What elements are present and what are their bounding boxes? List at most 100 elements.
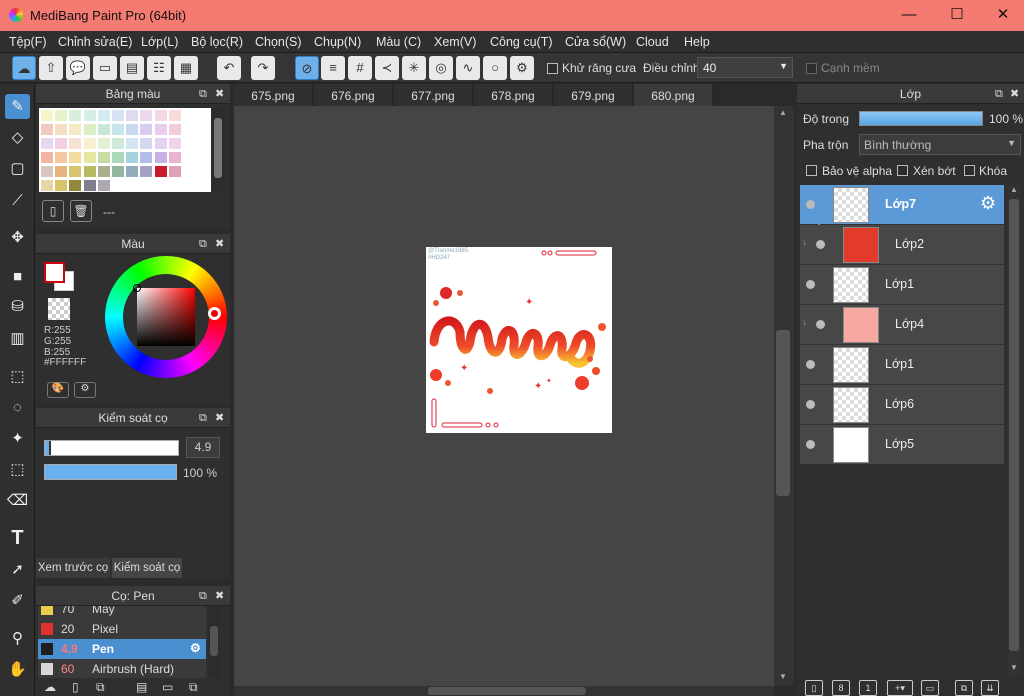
color-swatch[interactable] <box>83 166 96 177</box>
concentric-snap-icon[interactable]: ◎ <box>429 56 453 80</box>
close-panel-icon[interactable]: ✖ <box>215 84 224 104</box>
palette-scrollbar[interactable] <box>212 108 224 192</box>
copy-brush-icon[interactable]: ⧉ <box>96 680 105 695</box>
hue-handle[interactable] <box>208 307 221 320</box>
gradient-icon[interactable]: ▥ <box>5 326 30 351</box>
tab-680[interactable]: 680.png <box>634 84 713 106</box>
cloud-icon[interactable]: ☁ <box>12 56 36 80</box>
color-swatch[interactable] <box>97 110 110 121</box>
menu-color[interactable]: Màu (C) <box>376 35 421 49</box>
tab-675[interactable]: 675.png <box>234 84 313 106</box>
color-swatch[interactable] <box>83 124 96 135</box>
maximize-button[interactable]: ☐ <box>934 0 980 31</box>
soft-edge-checkbox[interactable] <box>806 63 817 74</box>
new-brush-icon[interactable]: ▯ <box>72 680 79 694</box>
perspective-snap-icon[interactable]: ≺ <box>375 56 399 80</box>
close-panel-icon[interactable]: ✖ <box>1010 84 1019 104</box>
visibility-icon[interactable] <box>806 200 815 209</box>
color-swatch[interactable] <box>83 110 96 121</box>
undo-icon[interactable]: ↶ <box>217 56 241 80</box>
color-swatch[interactable] <box>83 138 96 149</box>
color-swatch[interactable] <box>112 138 124 149</box>
menu-layer[interactable]: Lớp(L) <box>141 35 178 49</box>
color-swatch[interactable] <box>154 138 167 149</box>
settings-icon[interactable]: ⚙ <box>510 56 534 80</box>
list-item-selected[interactable]: 4.9 Pen ⚙ <box>38 639 206 659</box>
operation-tool-icon[interactable]: ➚ <box>5 557 30 582</box>
delete-palette-icon[interactable]: 🗑 <box>70 200 92 222</box>
color-swatch[interactable] <box>168 166 181 177</box>
list-item[interactable]: 20 Pixel <box>38 619 206 639</box>
color-settings-icon[interactable]: ⚙ <box>74 382 96 398</box>
color-swatch[interactable] <box>112 124 124 135</box>
visibility-icon[interactable] <box>806 280 815 289</box>
adjust-select[interactable]: 40 ▼ <box>697 57 793 78</box>
color-swatch[interactable] <box>41 110 53 121</box>
color-swatch[interactable] <box>55 110 68 121</box>
move-tool-icon[interactable]: ✥ <box>5 225 30 250</box>
brush-settings-icon[interactable]: ▤ <box>136 680 147 694</box>
gear-icon[interactable]: ⚙ <box>980 193 996 214</box>
document-icon[interactable]: ▤ <box>120 56 144 80</box>
color-swatch[interactable] <box>41 152 53 163</box>
menu-snap[interactable]: Chụp(N) <box>314 35 361 49</box>
magic-wand-icon[interactable]: ✦ <box>5 426 30 451</box>
menu-help[interactable]: Help <box>684 35 710 49</box>
scroll-up-icon[interactable]: ▲ <box>1010 185 1018 194</box>
layer-opacity-slider[interactable] <box>859 111 983 126</box>
visibility-icon[interactable] <box>816 320 825 329</box>
tab-678[interactable]: 678.png <box>474 84 553 106</box>
select-pen-icon[interactable]: ⬚ <box>5 457 30 482</box>
color-swatch[interactable] <box>154 166 167 177</box>
float-panel-icon[interactable]: ⧉ <box>995 84 1003 104</box>
color-swatch[interactable] <box>69 110 82 121</box>
visibility-icon[interactable] <box>806 400 815 409</box>
tab-677[interactable]: 677.png <box>394 84 473 106</box>
color-swatch[interactable] <box>55 124 68 135</box>
color-swatch[interactable] <box>126 166 139 177</box>
duplicate-icon[interactable]: ⧉ <box>189 680 198 695</box>
hand-tool-icon[interactable]: ✋ <box>5 657 30 682</box>
transparent-color-swatch[interactable] <box>48 298 70 320</box>
color-swatch[interactable] <box>154 124 167 135</box>
layer-row[interactable]: ↓ Lớp4 <box>800 305 1004 345</box>
scroll-down-icon[interactable]: ▼ <box>779 672 787 681</box>
grid-snap-icon[interactable]: # <box>348 56 372 80</box>
artwork-canvas[interactable]: @Tranme1985 #HD247 ✦ ✦ ✦ ✦ <box>426 247 612 433</box>
tab-brush-control[interactable]: Kiểm soát cọ <box>112 558 182 578</box>
text-tool-icon[interactable]: T <box>5 526 30 551</box>
bucket-fill-icon[interactable]: ⛁ <box>5 294 30 319</box>
menu-filter[interactable]: Bộ lọc(R) <box>191 35 243 49</box>
lasso-icon[interactable]: ◌ <box>5 395 30 420</box>
select-eraser-icon[interactable]: ⌫ <box>5 488 30 513</box>
menu-file[interactable]: Tệp(F) <box>9 35 47 49</box>
color-swatch[interactable] <box>140 124 153 135</box>
color-swatch[interactable] <box>97 180 110 191</box>
saturation-value-square[interactable] <box>137 288 195 346</box>
color-swatch[interactable] <box>126 124 139 135</box>
protect-alpha-checkbox[interactable] <box>806 165 817 176</box>
close-button[interactable]: ✕ <box>980 0 1024 31</box>
tab-brush-preview[interactable]: Xem trước cọ <box>36 558 110 578</box>
float-panel-icon[interactable]: ⧉ <box>199 84 207 104</box>
list-item[interactable]: 60 Airbrush (Hard) <box>38 659 206 678</box>
grid-edit-icon[interactable]: ▦ <box>174 56 198 80</box>
new-8bit-layer-icon[interactable]: 8 <box>832 680 850 696</box>
color-swatch[interactable] <box>168 124 181 135</box>
redo-icon[interactable]: ↷ <box>251 56 275 80</box>
layer-row[interactable]: Lớp1 <box>800 345 1004 385</box>
layer-row[interactable]: ↓ Lớp2 <box>800 225 1004 265</box>
float-panel-icon[interactable]: ⧉ <box>199 586 207 606</box>
brush-tool-icon[interactable]: ✎ <box>5 94 30 119</box>
color-swatch[interactable] <box>126 152 139 163</box>
duplicate-layer-icon[interactable]: ⧉ <box>955 680 973 696</box>
foreground-color-swatch[interactable] <box>44 262 65 283</box>
blend-mode-select[interactable]: Bình thường ▼ <box>859 134 1021 155</box>
swatch-grid[interactable] <box>39 108 211 192</box>
color-swatch[interactable] <box>41 180 53 191</box>
scroll-down-icon[interactable]: ▼ <box>1010 663 1018 672</box>
lock-checkbox[interactable] <box>964 165 975 176</box>
curve-snap-icon[interactable]: ∿ <box>456 56 480 80</box>
menu-view[interactable]: Xem(V) <box>434 35 476 49</box>
menu-tools[interactable]: Công cụ(T) <box>490 35 553 49</box>
